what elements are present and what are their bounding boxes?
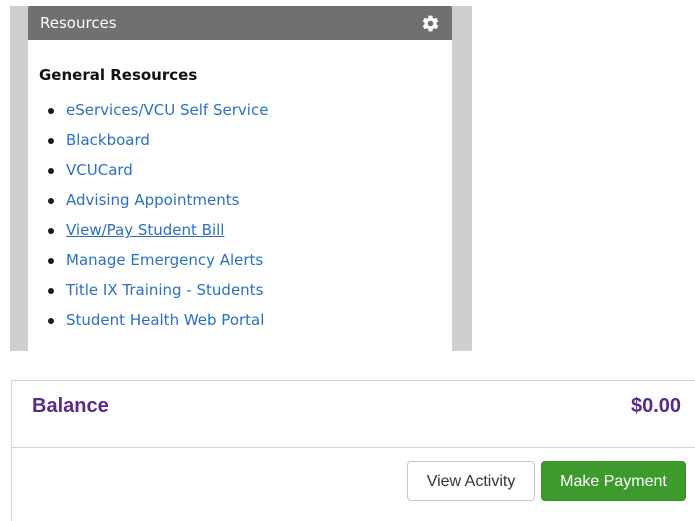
bullet-icon	[48, 198, 54, 204]
link-manage-emergency-alerts[interactable]: Manage Emergency Alerts	[66, 251, 263, 269]
gear-icon[interactable]	[421, 14, 440, 33]
link-title-ix-training[interactable]: Title IX Training - Students	[66, 281, 263, 299]
link-vcucard[interactable]: VCUCard	[66, 161, 133, 179]
balance-panel: Balance $0.00 View Activity Make Payment	[11, 380, 695, 521]
list-item: Title IX Training - Students	[28, 280, 268, 310]
general-resources-heading: General Resources	[39, 66, 198, 84]
resources-title: Resources	[40, 14, 117, 32]
bullet-icon	[48, 138, 54, 144]
link-eservices[interactable]: eServices/VCU Self Service	[66, 101, 268, 119]
bullet-icon	[48, 168, 54, 174]
bullet-icon	[48, 228, 54, 234]
resources-body: General Resources eServices/VCU Self Ser…	[28, 40, 452, 351]
balance-amount: $0.00	[631, 395, 682, 417]
resources-link-list: eServices/VCU Self Service Blackboard VC…	[28, 100, 268, 340]
list-item: View/Pay Student Bill	[28, 220, 268, 250]
bullet-icon	[48, 318, 54, 324]
bullet-icon	[48, 258, 54, 264]
link-advising-appointments[interactable]: Advising Appointments	[66, 191, 239, 209]
link-view-pay-student-bill[interactable]: View/Pay Student Bill	[66, 221, 224, 239]
view-activity-button[interactable]: View Activity	[407, 461, 535, 501]
bullet-icon	[48, 108, 54, 114]
balance-row: Balance $0.00	[12, 381, 695, 448]
resources-header: Resources	[28, 6, 452, 40]
list-item: eServices/VCU Self Service	[28, 100, 268, 130]
list-item: Blackboard	[28, 130, 268, 160]
link-blackboard[interactable]: Blackboard	[66, 131, 150, 149]
list-item: Advising Appointments	[28, 190, 268, 220]
list-item: VCUCard	[28, 160, 268, 190]
link-student-health-portal[interactable]: Student Health Web Portal	[66, 311, 264, 329]
balance-label: Balance	[32, 395, 109, 417]
resources-widget: Resources General Resources eServices/VC…	[10, 0, 472, 351]
list-item: Student Health Web Portal	[28, 310, 268, 340]
list-item: Manage Emergency Alerts	[28, 250, 268, 280]
make-payment-button[interactable]: Make Payment	[541, 461, 686, 501]
bullet-icon	[48, 288, 54, 294]
